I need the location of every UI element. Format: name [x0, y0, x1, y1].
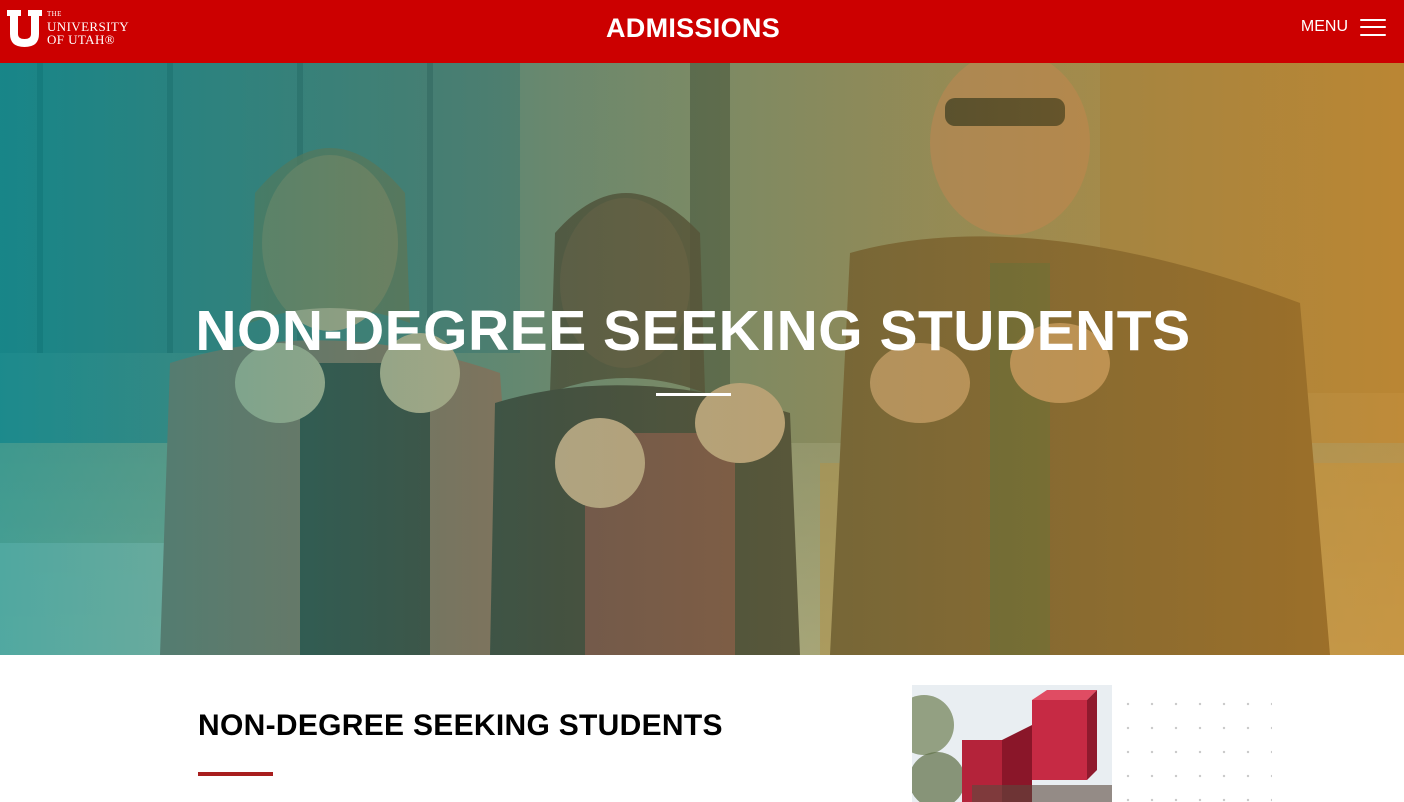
site-header: THE UNIVERSITY OF UTAH® ADMISSIONS MENU [0, 0, 1404, 63]
hamburger-menu-icon [1360, 18, 1386, 36]
menu-label: MENU [1300, 18, 1348, 35]
block-u-sculpture-image [912, 685, 1112, 802]
menu-button[interactable]: MENU [1301, 16, 1386, 38]
side-photo [912, 685, 1112, 802]
decorative-dot-grid [1112, 688, 1272, 802]
hero-divider [656, 393, 731, 396]
section-title: NON-DEGREE SEEKING STUDENTS [198, 709, 723, 742]
site-title-link[interactable]: ADMISSIONS [0, 0, 1386, 56]
section-divider [198, 772, 273, 776]
hero-banner: NON-DEGREE SEEKING STUDENTS [0, 63, 1404, 655]
hero-title: NON-DEGREE SEEKING STUDENTS [195, 299, 1191, 363]
